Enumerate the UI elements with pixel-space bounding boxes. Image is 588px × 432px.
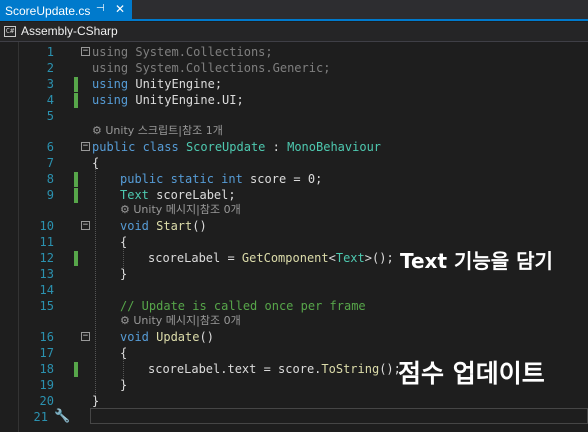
code-text: { — [92, 156, 100, 170]
line-number: 18 — [39, 362, 54, 376]
codelens-references[interactable]: ⚙ Unity 메시지|참조 0개 — [120, 202, 241, 218]
code-line: 5 — [0, 108, 588, 124]
change-marker — [74, 93, 78, 108]
line-number: 2 — [46, 61, 54, 75]
code-text: } — [92, 394, 100, 408]
unity-icon: ⚙ — [120, 314, 130, 327]
code-text: public static int score = 0; — [120, 172, 323, 186]
line-number: 4 — [46, 93, 54, 107]
close-icon[interactable]: ✕ — [115, 2, 125, 16]
code-text: scoreLabel.text = score.ToString(); — [148, 362, 401, 376]
collapse-icon[interactable]: − — [81, 332, 90, 341]
code-text: } — [120, 267, 128, 281]
code-line: 6 − public class ScoreUpdate : MonoBehav… — [0, 139, 588, 155]
line-number: 8 — [46, 172, 54, 186]
tab-scoreupdate[interactable]: ScoreUpdate.cs ⊣ ✕ — [0, 0, 132, 21]
change-marker — [74, 172, 78, 187]
code-text: using UnityEngine.UI; — [92, 93, 244, 107]
line-number: 3 — [46, 77, 54, 91]
line-number: 6 — [46, 140, 54, 154]
code-line: 8 public static int score = 0; — [0, 171, 588, 187]
code-text: void Start() — [120, 219, 207, 233]
line-number: 12 — [39, 251, 54, 265]
code-line: 2 using System.Collections.Generic; — [0, 60, 588, 76]
line-number: 21 — [33, 410, 48, 424]
code-text: scoreLabel = GetComponent<Text>(); — [148, 251, 394, 265]
collapse-icon[interactable]: − — [81, 142, 90, 151]
csharp-project-icon: C# — [4, 26, 16, 37]
code-text: } — [120, 378, 128, 392]
wrench-icon[interactable]: 🔧 — [54, 409, 70, 424]
code-comment: // Update is called once per frame — [120, 299, 366, 313]
code-line: 3 using UnityEngine; — [0, 76, 588, 92]
unity-icon: ⚙ — [120, 203, 130, 216]
line-number: 15 — [39, 299, 54, 313]
code-line: 16 − void Update() — [0, 329, 588, 345]
navigation-bar: C# Assembly-CSharp — [0, 22, 588, 42]
line-number: 19 — [39, 378, 54, 392]
change-marker — [74, 362, 78, 377]
line-number: 16 — [39, 330, 54, 344]
annotation-score-update: 점수 업데이트 — [398, 359, 545, 388]
line-number: 17 — [39, 346, 54, 360]
collapse-icon[interactable]: − — [81, 47, 90, 56]
unity-icon: ⚙ — [92, 124, 102, 137]
code-line: 10 − void Start() — [0, 218, 588, 234]
change-marker — [74, 251, 78, 266]
code-text: { — [120, 235, 128, 249]
line-number: 13 — [39, 267, 54, 281]
line-number: 11 — [39, 235, 54, 249]
code-text: using System.Collections.Generic; — [92, 61, 331, 75]
code-line: 15 // Update is called once per frame — [0, 298, 588, 314]
annotation-text-capability: Text 기능을 담기 — [400, 249, 553, 273]
line-number: 7 — [46, 156, 54, 170]
code-line: 20 } — [0, 393, 588, 409]
line-number: 5 — [46, 109, 54, 123]
tab-bar: ScoreUpdate.cs ⊣ ✕ — [0, 0, 588, 21]
code-text: void Update() — [120, 330, 214, 344]
line-number: 20 — [39, 394, 54, 408]
change-marker — [74, 188, 78, 203]
change-marker — [74, 77, 78, 92]
codelens-references[interactable]: ⚙ Unity 메시지|참조 0개 — [120, 313, 241, 329]
code-text: { — [120, 346, 128, 360]
tab-label: ScoreUpdate.cs — [5, 3, 91, 18]
code-line: 14 — [0, 282, 588, 298]
code-text: using System.Collections; — [92, 45, 273, 59]
project-dropdown[interactable]: Assembly-CSharp — [21, 24, 118, 38]
code-line: 4 using UnityEngine.UI; — [0, 92, 588, 108]
code-line: 1 − using System.Collections; — [0, 44, 588, 60]
code-line: 7 { — [0, 155, 588, 171]
code-text: using UnityEngine; — [92, 77, 223, 91]
code-text: public class ScoreUpdate : MonoBehaviour — [92, 140, 382, 154]
collapse-icon[interactable]: − — [81, 221, 90, 230]
current-line-highlight — [90, 408, 588, 424]
pin-icon[interactable]: ⊣ — [96, 3, 105, 14]
code-line: 9 Text scoreLabel; — [0, 187, 588, 203]
line-number: 9 — [46, 188, 54, 202]
codelens-references[interactable]: ⚙ Unity 스크립트|참조 1개 — [92, 123, 223, 139]
line-number: 10 — [39, 219, 54, 233]
line-number: 1 — [46, 45, 54, 59]
code-text: Text scoreLabel; — [120, 188, 236, 202]
line-number: 14 — [39, 283, 54, 297]
